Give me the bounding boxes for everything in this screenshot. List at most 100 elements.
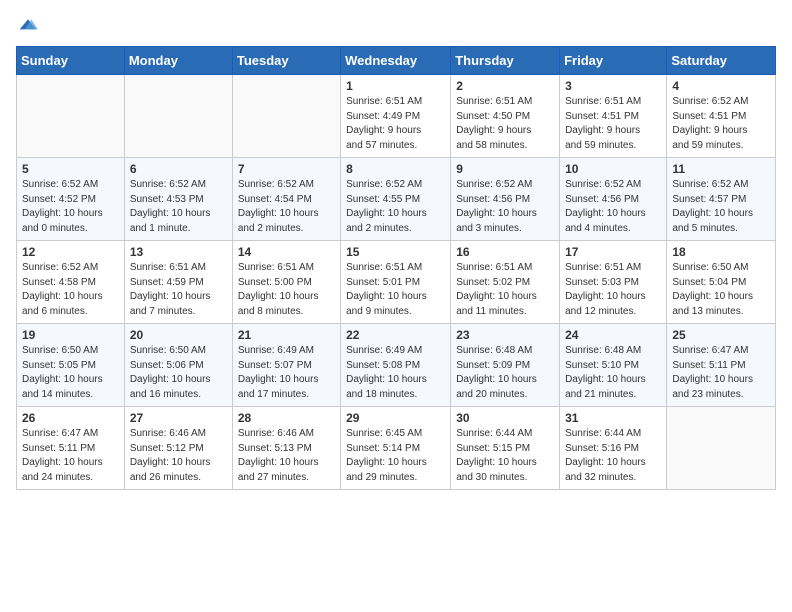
- calendar-cell: 2Sunrise: 6:51 AM Sunset: 4:50 PM Daylig…: [451, 75, 560, 158]
- logo-icon: [18, 16, 38, 36]
- day-info: Sunrise: 6:52 AM Sunset: 4:55 PM Dayligh…: [346, 178, 445, 236]
- day-info: Sunrise: 6:52 AM Sunset: 4:56 PM Dayligh…: [565, 178, 661, 236]
- day-number: 26: [22, 411, 119, 425]
- day-info: Sunrise: 6:51 AM Sunset: 5:01 PM Dayligh…: [346, 261, 445, 319]
- day-info: Sunrise: 6:50 AM Sunset: 5:06 PM Dayligh…: [130, 344, 227, 402]
- day-info: Sunrise: 6:49 AM Sunset: 5:07 PM Dayligh…: [238, 344, 335, 402]
- calendar-cell: 14 Sunrise: 6:51 AM Sunset: 5:00 PM Dayli…: [232, 241, 340, 324]
- day-info: Sunrise: 6:50 AM Sunset: 5:05 PM Dayligh…: [22, 344, 119, 402]
- day-number: 24: [565, 328, 661, 342]
- day-info: Sunrise: 6:51 AM Sunset: 4:49 PM Dayligh…: [346, 95, 445, 153]
- day-number: 10: [565, 162, 661, 176]
- calendar-cell: 31Sunrise: 6:44 AM Sunset: 5:16 PM Dayli…: [560, 407, 667, 490]
- day-number: 20: [130, 328, 227, 342]
- calendar-week-3: 12 Sunrise: 6:52 AM Sunset: 4:58 PM Dayli…: [17, 241, 776, 324]
- calendar-cell: 29 Sunrise: 6:45 AM Sunset: 5:14 PM Dayli…: [341, 407, 451, 490]
- day-number: 18: [672, 245, 770, 259]
- calendar-cell: 3 Sunrise: 6:51 AM Sunset: 4:51 PM Daylig…: [560, 75, 667, 158]
- calendar-cell: 22 Sunrise: 6:49 AM Sunset: 5:08 PM Dayli…: [341, 324, 451, 407]
- calendar-cell: [667, 407, 776, 490]
- day-info: Sunrise: 6:46 AM Sunset: 5:12 PM Dayligh…: [130, 427, 227, 485]
- day-number: 29: [346, 411, 445, 425]
- calendar-cell: 5 Sunrise: 6:52 AM Sunset: 4:52 PM Daylig…: [17, 158, 125, 241]
- day-info: Sunrise: 6:44 AM Sunset: 5:15 PM Dayligh…: [456, 427, 554, 485]
- weekday-header-saturday: Saturday: [667, 47, 776, 75]
- calendar-cell: 10 Sunrise: 6:52 AM Sunset: 4:56 PM Dayli…: [560, 158, 667, 241]
- calendar-cell: [124, 75, 232, 158]
- day-number: 17: [565, 245, 661, 259]
- day-number: 31: [565, 411, 661, 425]
- calendar-cell: [17, 75, 125, 158]
- calendar-cell: 28Sunrise: 6:46 AM Sunset: 5:13 PM Dayli…: [232, 407, 340, 490]
- calendar-cell: 12 Sunrise: 6:52 AM Sunset: 4:58 PM Dayli…: [17, 241, 125, 324]
- calendar-table: SundayMondayTuesdayWednesdayThursdayFrid…: [16, 46, 776, 490]
- day-info: Sunrise: 6:47 AM Sunset: 5:11 PM Dayligh…: [672, 344, 770, 402]
- calendar-week-4: 19 Sunrise: 6:50 AM Sunset: 5:05 PM Dayli…: [17, 324, 776, 407]
- calendar-cell: [232, 75, 340, 158]
- day-info: Sunrise: 6:51 AM Sunset: 5:03 PM Dayligh…: [565, 261, 661, 319]
- calendar-cell: 15 Sunrise: 6:51 AM Sunset: 5:01 PM Dayli…: [341, 241, 451, 324]
- day-number: 3: [565, 79, 661, 93]
- weekday-header-tuesday: Tuesday: [232, 47, 340, 75]
- day-number: 12: [22, 245, 119, 259]
- calendar-week-5: 26 Sunrise: 6:47 AM Sunset: 5:11 PM Dayli…: [17, 407, 776, 490]
- day-info: Sunrise: 6:51 AM Sunset: 4:59 PM Dayligh…: [130, 261, 227, 319]
- day-info: Sunrise: 6:52 AM Sunset: 4:53 PM Dayligh…: [130, 178, 227, 236]
- day-info: Sunrise: 6:48 AM Sunset: 5:09 PM Dayligh…: [456, 344, 554, 402]
- day-info: Sunrise: 6:48 AM Sunset: 5:10 PM Dayligh…: [565, 344, 661, 402]
- calendar-cell: 19 Sunrise: 6:50 AM Sunset: 5:05 PM Dayli…: [17, 324, 125, 407]
- calendar-cell: 4 Sunrise: 6:52 AM Sunset: 4:51 PM Daylig…: [667, 75, 776, 158]
- page-header: [16, 16, 776, 36]
- calendar-cell: 23 Sunrise: 6:48 AM Sunset: 5:09 PM Dayli…: [451, 324, 560, 407]
- day-number: 5: [22, 162, 119, 176]
- day-number: 14: [238, 245, 335, 259]
- day-number: 28: [238, 411, 335, 425]
- day-number: 11: [672, 162, 770, 176]
- weekday-header-sunday: Sunday: [17, 47, 125, 75]
- weekday-header-monday: Monday: [124, 47, 232, 75]
- day-info: Sunrise: 6:49 AM Sunset: 5:08 PM Dayligh…: [346, 344, 445, 402]
- calendar-cell: 24 Sunrise: 6:48 AM Sunset: 5:10 PM Dayli…: [560, 324, 667, 407]
- weekday-header-thursday: Thursday: [451, 47, 560, 75]
- day-info: Sunrise: 6:52 AM Sunset: 4:54 PM Dayligh…: [238, 178, 335, 236]
- day-info: Sunrise: 6:52 AM Sunset: 4:52 PM Dayligh…: [22, 178, 119, 236]
- day-number: 2: [456, 79, 554, 93]
- day-info: Sunrise: 6:52 AM Sunset: 4:57 PM Dayligh…: [672, 178, 770, 236]
- day-number: 30: [456, 411, 554, 425]
- calendar-cell: 13Sunrise: 6:51 AM Sunset: 4:59 PM Dayli…: [124, 241, 232, 324]
- day-number: 15: [346, 245, 445, 259]
- day-info: Sunrise: 6:52 AM Sunset: 4:51 PM Dayligh…: [672, 95, 770, 153]
- calendar-week-2: 5 Sunrise: 6:52 AM Sunset: 4:52 PM Daylig…: [17, 158, 776, 241]
- calendar-cell: 7 Sunrise: 6:52 AM Sunset: 4:54 PM Daylig…: [232, 158, 340, 241]
- calendar-cell: 1Sunrise: 6:51 AM Sunset: 4:49 PM Daylig…: [341, 75, 451, 158]
- day-number: 19: [22, 328, 119, 342]
- day-number: 7: [238, 162, 335, 176]
- calendar-week-1: 1Sunrise: 6:51 AM Sunset: 4:49 PM Daylig…: [17, 75, 776, 158]
- day-info: Sunrise: 6:51 AM Sunset: 4:51 PM Dayligh…: [565, 95, 661, 153]
- day-info: Sunrise: 6:47 AM Sunset: 5:11 PM Dayligh…: [22, 427, 119, 485]
- calendar-cell: 9 Sunrise: 6:52 AM Sunset: 4:56 PM Daylig…: [451, 158, 560, 241]
- weekday-header-friday: Friday: [560, 47, 667, 75]
- day-number: 9: [456, 162, 554, 176]
- day-info: Sunrise: 6:51 AM Sunset: 5:00 PM Dayligh…: [238, 261, 335, 319]
- day-info: Sunrise: 6:51 AM Sunset: 5:02 PM Dayligh…: [456, 261, 554, 319]
- day-number: 4: [672, 79, 770, 93]
- calendar-cell: 30 Sunrise: 6:44 AM Sunset: 5:15 PM Dayli…: [451, 407, 560, 490]
- calendar-cell: 21Sunrise: 6:49 AM Sunset: 5:07 PM Dayli…: [232, 324, 340, 407]
- day-number: 16: [456, 245, 554, 259]
- day-number: 22: [346, 328, 445, 342]
- logo: [16, 16, 38, 36]
- day-number: 23: [456, 328, 554, 342]
- day-number: 8: [346, 162, 445, 176]
- calendar-cell: 18Sunrise: 6:50 AM Sunset: 5:04 PM Dayli…: [667, 241, 776, 324]
- calendar-cell: 20 Sunrise: 6:50 AM Sunset: 5:06 PM Dayli…: [124, 324, 232, 407]
- calendar-cell: 26 Sunrise: 6:47 AM Sunset: 5:11 PM Dayli…: [17, 407, 125, 490]
- day-info: Sunrise: 6:52 AM Sunset: 4:58 PM Dayligh…: [22, 261, 119, 319]
- day-info: Sunrise: 6:52 AM Sunset: 4:56 PM Dayligh…: [456, 178, 554, 236]
- day-number: 6: [130, 162, 227, 176]
- calendar-cell: 16 Sunrise: 6:51 AM Sunset: 5:02 PM Dayli…: [451, 241, 560, 324]
- day-info: Sunrise: 6:45 AM Sunset: 5:14 PM Dayligh…: [346, 427, 445, 485]
- calendar-cell: 17 Sunrise: 6:51 AM Sunset: 5:03 PM Dayli…: [560, 241, 667, 324]
- day-number: 27: [130, 411, 227, 425]
- weekday-header-wednesday: Wednesday: [341, 47, 451, 75]
